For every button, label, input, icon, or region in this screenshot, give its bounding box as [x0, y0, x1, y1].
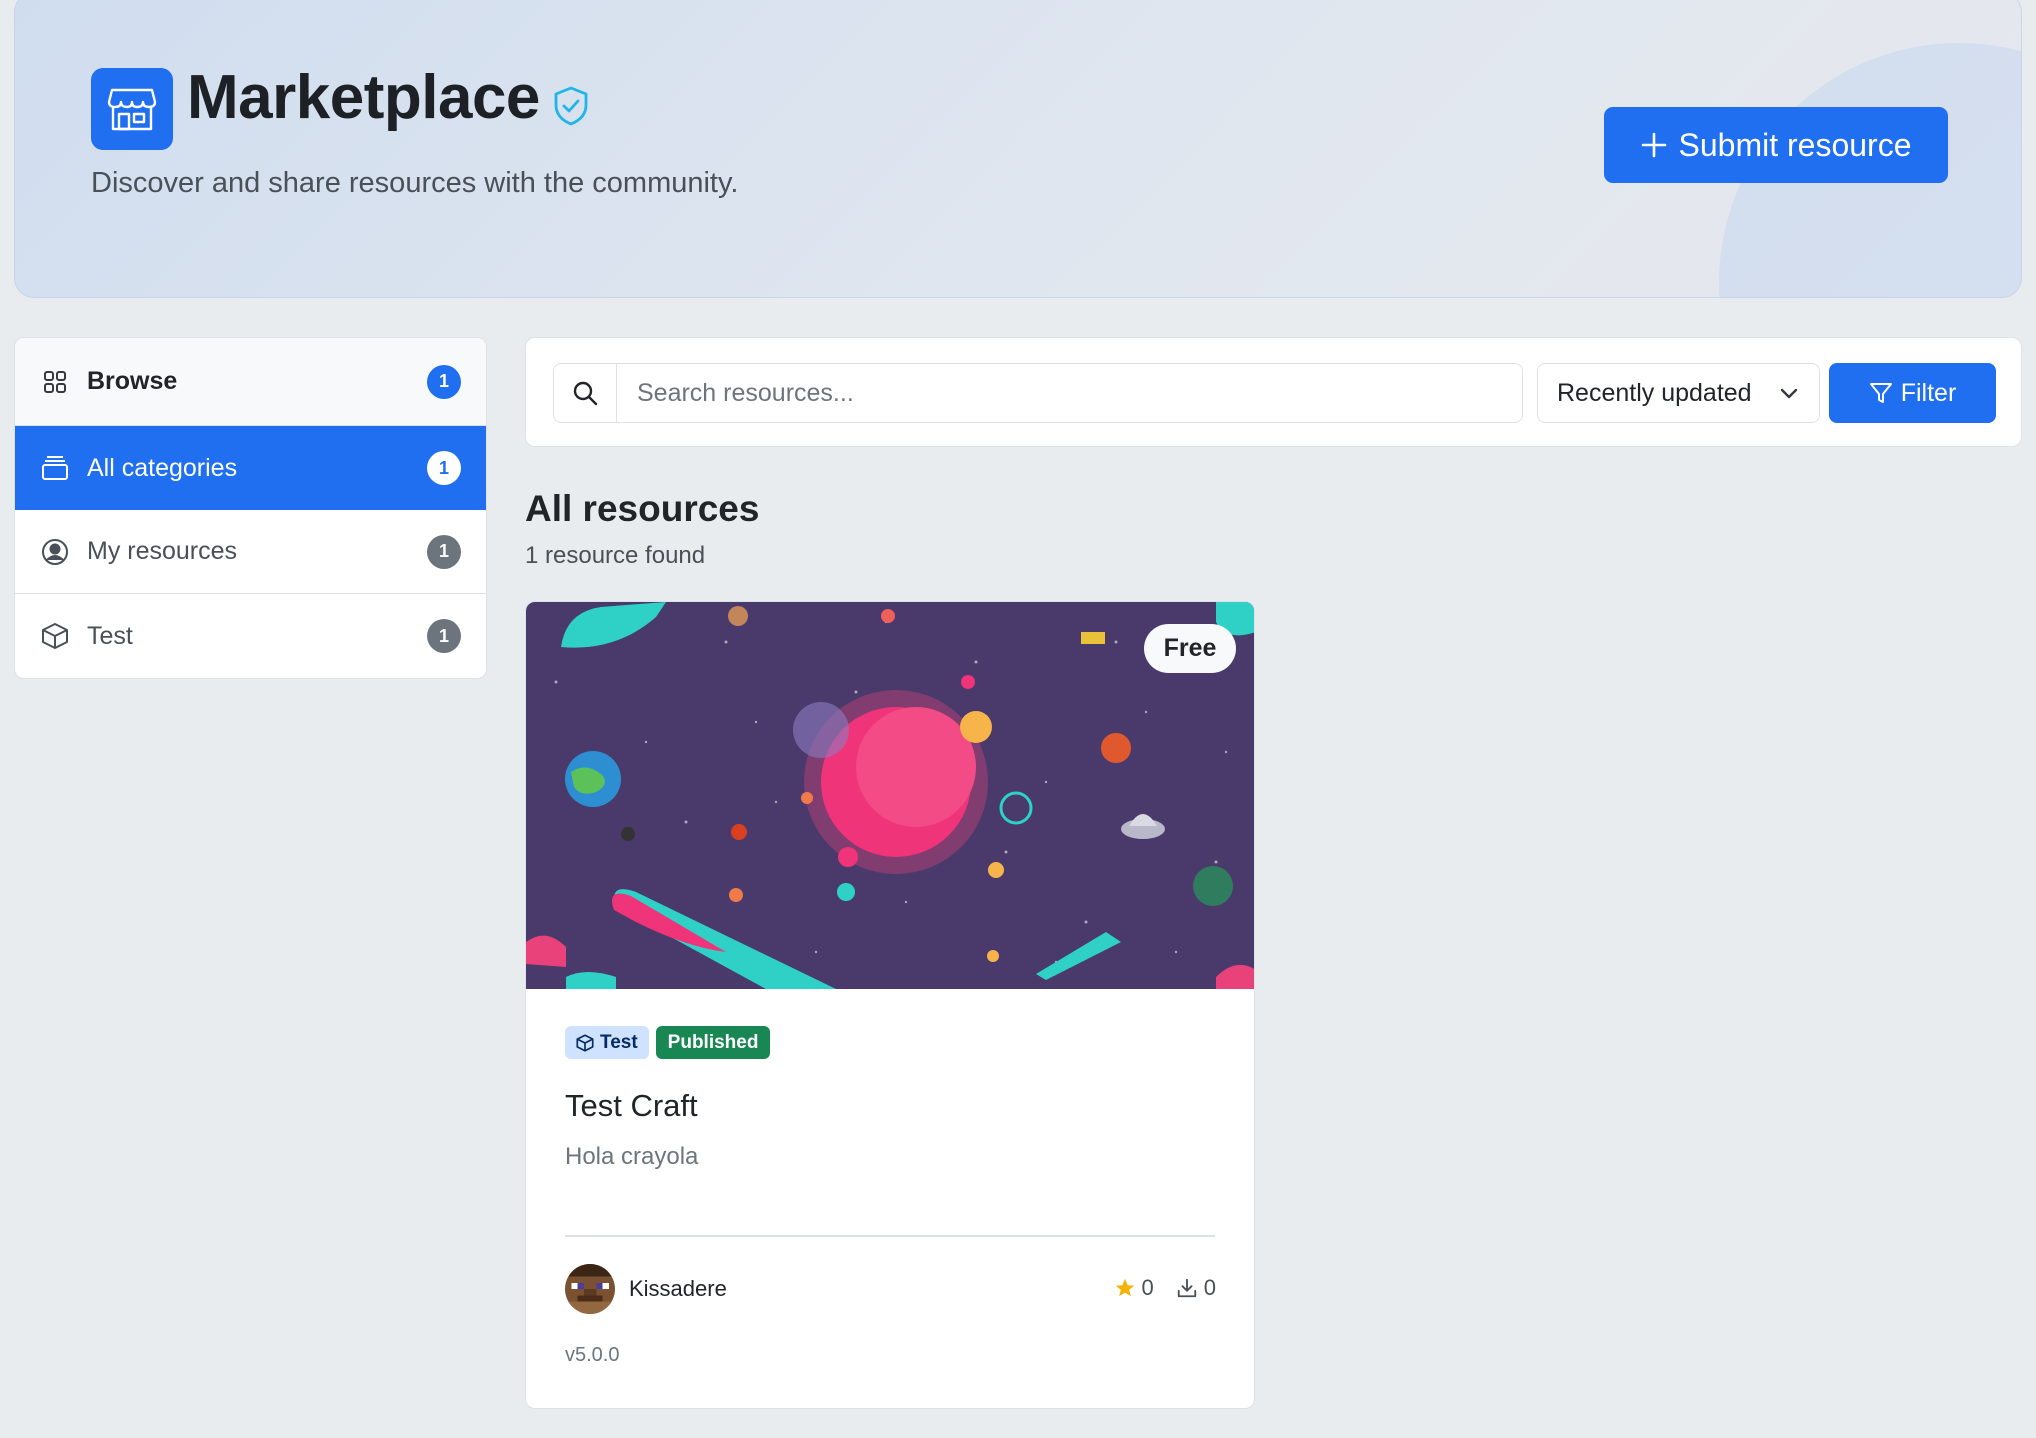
- shield-check-icon: [553, 85, 593, 129]
- count-badge: 1: [427, 451, 461, 485]
- download-count-value: 0: [1203, 1275, 1216, 1300]
- sidebar-item-my-resources[interactable]: My resources 1: [15, 510, 486, 594]
- sidebar-item-test[interactable]: Test 1: [15, 594, 486, 678]
- star-icon: [1115, 1278, 1134, 1297]
- storefront-icon: [91, 68, 173, 150]
- count-badge: 1: [427, 619, 461, 653]
- category-tag-label: Test: [600, 1031, 638, 1053]
- count-badge: 1: [427, 534, 461, 569]
- plus-icon: [1641, 132, 1666, 158]
- star-count: 0: [1114, 1275, 1154, 1301]
- avatar: [565, 1264, 615, 1314]
- search-toolbar: Recently updated Filter: [525, 337, 2022, 447]
- layers-icon: [41, 454, 69, 482]
- search-input[interactable]: [617, 364, 1522, 422]
- results-count: 1 resource found: [525, 542, 706, 569]
- funnel-icon: [1869, 383, 1892, 403]
- star-count-value: 0: [1141, 1275, 1154, 1300]
- sidebar-item-all-categories[interactable]: All categories 1: [15, 426, 486, 510]
- resource-version: v5.0.0: [565, 1344, 620, 1366]
- status-badge: Published: [655, 1026, 771, 1059]
- sidebar-item-label: All categories: [87, 453, 238, 482]
- resource-description: Hola crayola: [565, 1143, 699, 1170]
- filter-label: Filter: [1900, 378, 1957, 407]
- submit-resource-label: Submit resource: [1678, 126, 1912, 163]
- chevron-down-icon: [1780, 388, 1798, 399]
- page-title: Marketplace: [187, 63, 540, 132]
- submit-resource-button[interactable]: Submit resource: [1604, 107, 1948, 183]
- download-icon: [1177, 1278, 1196, 1298]
- sort-select-value: Recently updated: [1557, 378, 1752, 407]
- page: Marketplace Discover and share resources…: [0, 0, 2036, 1438]
- resource-title[interactable]: Test Craft: [565, 1088, 698, 1124]
- sidebar-item-label: My resources: [87, 537, 238, 565]
- resource-thumbnail: Free: [526, 602, 1254, 989]
- sort-select[interactable]: Recently updated: [1537, 363, 1820, 423]
- results-title: All resources: [525, 488, 760, 529]
- user-circle-icon: [41, 538, 69, 566]
- sidebar-item-label: Browse: [87, 367, 178, 395]
- box-icon: [576, 1033, 594, 1052]
- tag-row: Test Published: [565, 1026, 771, 1059]
- resource-card[interactable]: Free Test Published Test Craft Hola cray…: [525, 601, 1255, 1409]
- box-icon: [41, 622, 69, 650]
- category-tag: Test: [565, 1026, 649, 1059]
- resource-stats: 0 0: [1114, 1275, 1216, 1301]
- page-subtitle: Discover and share resources with the co…: [91, 167, 739, 199]
- sidebar-item-browse[interactable]: Browse 1: [15, 338, 486, 426]
- download-count: 0: [1176, 1275, 1216, 1301]
- search-group: [553, 363, 1523, 423]
- sidebar: Browse 1 All categories 1 My resources 1…: [14, 337, 487, 679]
- hero-banner: Marketplace Discover and share resources…: [14, 0, 2022, 298]
- sidebar-item-label: Test: [87, 621, 133, 650]
- count-badge: 1: [427, 364, 461, 399]
- grid-icon: [41, 368, 69, 396]
- filter-button[interactable]: Filter: [1829, 363, 1996, 423]
- author-name[interactable]: Kissadere: [629, 1276, 727, 1302]
- search-icon: [554, 364, 617, 422]
- price-badge: Free: [1144, 624, 1236, 673]
- card-divider: [565, 1235, 1215, 1237]
